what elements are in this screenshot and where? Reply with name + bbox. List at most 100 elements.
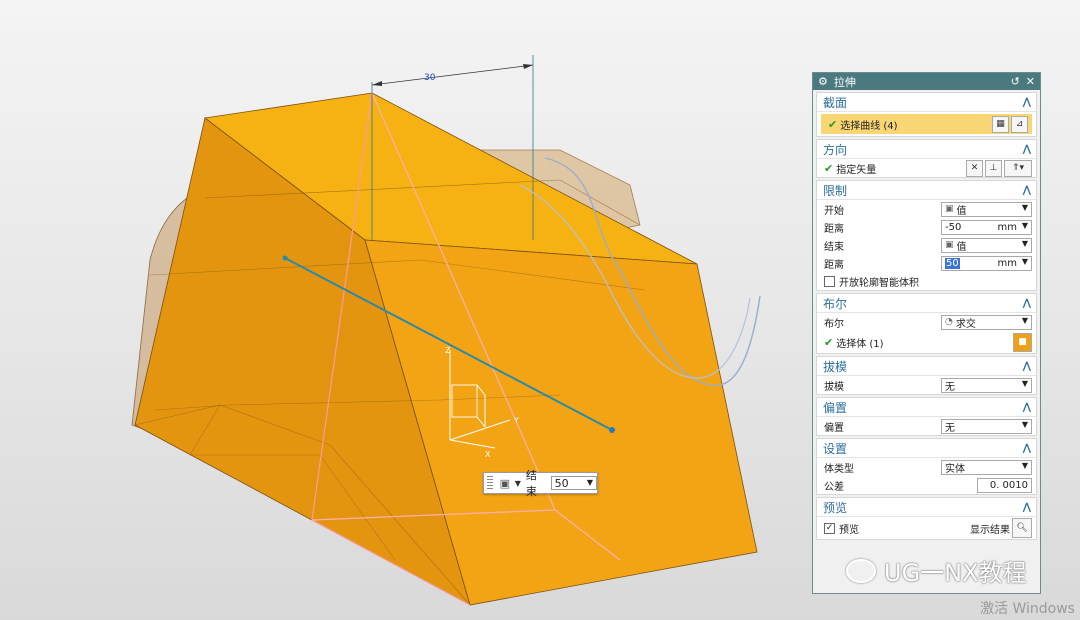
section-panel: 截面 ⋀ ✔ 选择曲线 (4) ▦ ⊿ xyxy=(816,92,1037,137)
vector-start-point[interactable] xyxy=(282,255,288,261)
collapse-icon[interactable]: ⋀ xyxy=(1023,97,1031,108)
draft-header[interactable]: 拔模 ⋀ xyxy=(817,357,1036,376)
distance2-input[interactable]: 50 mm ▼ xyxy=(941,255,1032,271)
boolean-header[interactable]: 布尔 ⋀ xyxy=(817,294,1036,313)
preview-checkbox[interactable]: ✓ xyxy=(824,522,835,534)
limits-header[interactable]: 限制 ⋀ xyxy=(817,181,1036,200)
draft-select[interactable]: 无 ▼ xyxy=(941,377,1032,393)
sketch-section-icon[interactable]: ▦ xyxy=(992,115,1009,133)
offset-select[interactable]: 无 ▼ xyxy=(941,418,1032,434)
tolerance-input[interactable]: 0. 0010 xyxy=(977,477,1032,493)
solid-body-icon[interactable]: ■ xyxy=(1013,332,1032,352)
draft-panel: 拔模 ⋀ 拔模 无 ▼ xyxy=(816,356,1037,395)
settings-header[interactable]: 设置 ⋀ xyxy=(817,439,1036,458)
start-label: 开始 xyxy=(824,205,844,217)
section-header[interactable]: 截面 ⋀ xyxy=(817,93,1036,112)
chevron-down-icon: ▼ xyxy=(1021,419,1028,429)
boolean-select[interactable]: ◔ 求交 ▼ xyxy=(941,314,1032,330)
end-label: 结束 xyxy=(525,469,537,498)
vector-options-icon[interactable]: ⇑▾ xyxy=(1004,159,1032,177)
end-select[interactable]: ▣ 值 ▼ xyxy=(941,237,1032,253)
body-type-row: 体类型 实体 ▼ xyxy=(817,458,1036,476)
distance2-label: 距离 xyxy=(824,259,844,271)
draft-row: 拔模 无 ▼ xyxy=(817,376,1036,394)
select-body-row[interactable]: ✔ 选择体 (1) ■ xyxy=(817,331,1036,353)
collapse-icon[interactable]: ⋀ xyxy=(1023,144,1031,155)
limits-panel: 限制 ⋀ 开始 ▣ 值 ▼ 距离 -50 mm ▼ 结束 ▣ 值 ▼ 距离 50… xyxy=(816,180,1037,291)
end-distance-mini-toolbar[interactable]: ▣ ▼ 结束 50 ▼ xyxy=(483,469,598,498)
reset-icon[interactable]: ↺ xyxy=(1011,75,1020,88)
preview-header[interactable]: 预览 ⋀ xyxy=(817,498,1036,517)
select-curve-row[interactable]: ✔ 选择曲线 (4) ▦ ⊿ xyxy=(821,114,1032,134)
offset-header[interactable]: 偏置 ⋀ xyxy=(817,398,1036,417)
end-label: 结束 xyxy=(824,241,844,253)
specify-vector-row[interactable]: ✔ 指定矢量 ✕ ⊥ ⇑▾ xyxy=(817,159,1036,177)
select-curve-label: 选择曲线 (4) xyxy=(840,120,898,132)
grip-handle[interactable] xyxy=(487,476,493,490)
axis-x-label: X xyxy=(485,450,491,459)
gear-icon[interactable]: ⚙ xyxy=(818,75,828,88)
wechat-icon xyxy=(846,558,876,583)
open-profile-checkbox[interactable] xyxy=(824,275,835,287)
direction-header-label: 方向 xyxy=(823,142,848,157)
settings-panel: 设置 ⋀ 体类型 实体 ▼ 公差 0. 0010 xyxy=(816,438,1037,495)
body-type-label: 体类型 xyxy=(824,463,854,475)
vector-dialog-icon[interactable]: ⊥ xyxy=(985,159,1002,177)
value-cube-icon: ▣ xyxy=(499,476,511,490)
body-type-value: 实体 xyxy=(945,463,965,475)
watermark-text: UG一NX教程 xyxy=(884,559,1027,587)
draft-select-value: 无 xyxy=(945,381,955,393)
chevron-down-icon: ▼ xyxy=(1021,460,1028,470)
chevron-down-icon: ▼ xyxy=(1021,220,1028,230)
tolerance-row: 公差 0. 0010 xyxy=(817,476,1036,494)
dialog-titlebar[interactable]: ⚙ 拉伸 ↺ ✕ xyxy=(813,73,1040,90)
direction-header[interactable]: 方向 ⋀ xyxy=(817,140,1036,159)
offset-panel: 偏置 ⋀ 偏置 无 ▼ xyxy=(816,397,1037,436)
preview-header-label: 预览 xyxy=(823,500,848,515)
end-select-value: 值 xyxy=(956,241,967,253)
dim-arrow-right xyxy=(523,64,533,69)
chevron-down-icon: ▼ xyxy=(1021,202,1028,212)
close-icon[interactable]: ✕ xyxy=(1026,75,1035,88)
chevron-down-icon[interactable]: ▼ xyxy=(515,479,521,488)
open-profile-label: 开放轮廓智能体积 xyxy=(839,277,919,289)
section-header-label: 截面 xyxy=(823,95,848,110)
check-icon: ✔ xyxy=(824,161,834,175)
distance1-input[interactable]: -50 mm ▼ xyxy=(941,219,1032,235)
distance2-unit: mm xyxy=(997,257,1017,269)
chevron-down-icon: ▼ xyxy=(586,478,594,487)
chevron-down-icon: ▼ xyxy=(1021,378,1028,388)
open-profile-row[interactable]: 开放轮廓智能体积 xyxy=(817,272,1036,290)
collapse-icon[interactable]: ⋀ xyxy=(1023,402,1031,413)
tolerance-value: 0. 0010 xyxy=(989,479,1028,491)
dialog-title: 拉伸 xyxy=(833,75,856,89)
end-value-input[interactable]: 50 ▼ xyxy=(550,476,598,490)
distance2-value: 50 xyxy=(945,257,960,269)
dim-line xyxy=(371,64,534,86)
boolean-select-value: 求交 xyxy=(955,318,976,330)
magnifier-icon[interactable]: 🔍︎ xyxy=(1012,518,1032,538)
distance1-label: 距离 xyxy=(824,223,844,235)
start-select[interactable]: ▣ 值 ▼ xyxy=(941,201,1032,217)
curve-icon[interactable]: ⊿ xyxy=(1011,115,1028,133)
boolean-header-label: 布尔 xyxy=(823,296,848,311)
draft-header-label: 拔模 xyxy=(823,359,848,374)
preview-label: 预览 xyxy=(839,524,859,536)
offset-row: 偏置 无 ▼ xyxy=(817,417,1036,435)
collapse-icon[interactable]: ⋀ xyxy=(1023,298,1031,309)
collapse-icon[interactable]: ⋀ xyxy=(1023,361,1031,372)
collapse-icon[interactable]: ⋀ xyxy=(1023,502,1031,513)
direction-panel: 方向 ⋀ ✔ 指定矢量 ✕ ⊥ ⇑▾ xyxy=(816,139,1037,178)
select-body-label: 选择体 (1) xyxy=(836,338,884,350)
collapse-icon[interactable]: ⋀ xyxy=(1023,443,1031,454)
vector-end-point[interactable] xyxy=(609,427,615,433)
dim-label[interactable]: 30 xyxy=(424,73,436,83)
offset-label: 偏置 xyxy=(824,422,844,434)
dim-arrow-left xyxy=(372,81,382,86)
preview-row: ✓ 预览 显示结果 🔍︎ xyxy=(817,517,1036,539)
reverse-direction-icon[interactable]: ✕ xyxy=(966,159,983,177)
collapse-icon[interactable]: ⋀ xyxy=(1023,185,1031,196)
body-type-select[interactable]: 实体 ▼ xyxy=(941,459,1032,475)
distance1-unit: mm xyxy=(997,221,1017,233)
wechat-watermark: UG一NX教程 xyxy=(846,553,1027,588)
